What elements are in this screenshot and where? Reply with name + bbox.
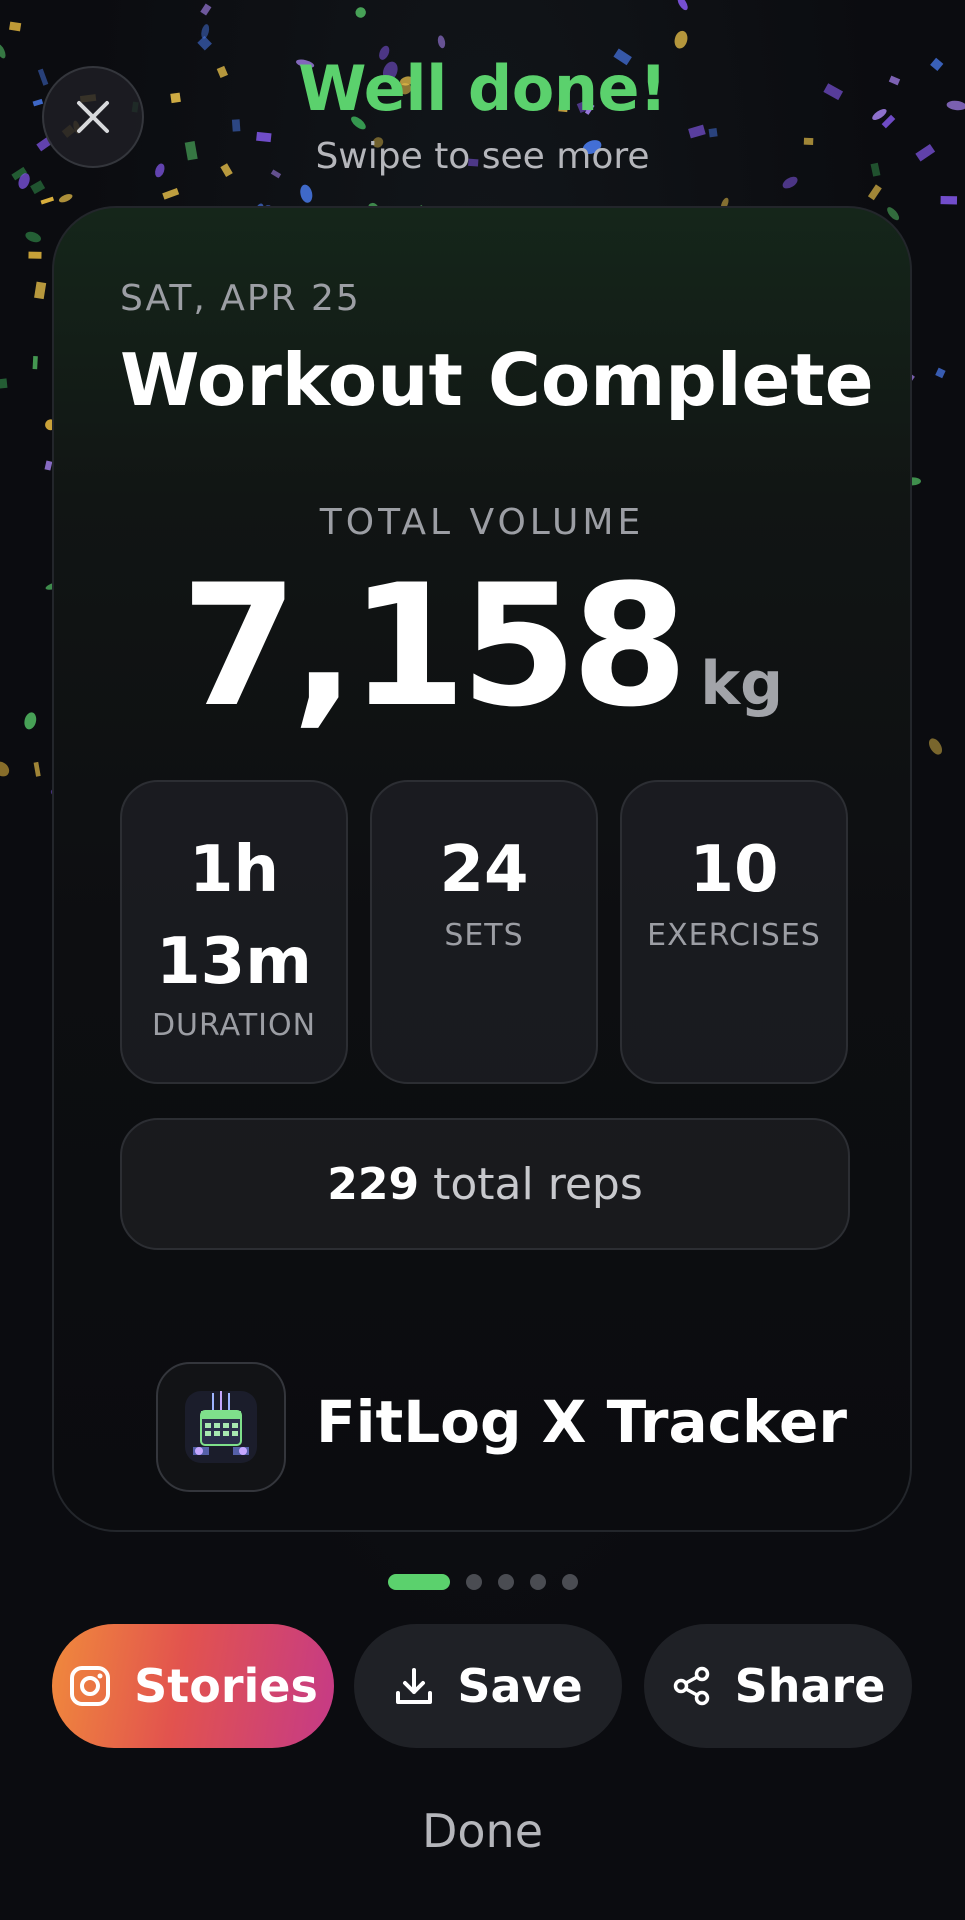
confetti-piece [24,712,37,730]
confetti-piece [935,367,946,379]
card-title: Workout Complete [120,338,874,422]
confetti-piece [58,194,73,203]
download-icon [396,1668,433,1704]
stat-exercises: 10 EXERCISES [620,780,848,1084]
confetti-piece [437,35,446,49]
confetti-piece [200,3,212,16]
confetti-piece [25,231,41,243]
stories-button[interactable]: Stories [52,1624,334,1748]
save-button[interactable]: Save [354,1624,622,1748]
header-subtitle: Swipe to see more [315,136,650,177]
stat-duration-value: 1h 13m [122,824,346,1008]
confetti-piece [0,378,8,389]
confetti-piece [201,24,210,39]
completion-screen: Well done! Swipe to see more SAT, APR 25… [0,0,965,1920]
confetti-piece [162,188,180,200]
page-dot[interactable] [497,1574,514,1590]
total-volume: 7,158 kg [54,548,910,744]
workout-summary-card[interactable]: SAT, APR 25 Workout Complete TOTAL VOLUM… [52,206,912,1532]
stat-sets-label: SETS [444,918,524,953]
total-reps: 229 total reps [120,1118,850,1250]
confetti-piece [867,184,882,201]
confetti-piece [0,761,10,777]
share-icon [673,1666,709,1706]
stories-label: Stories [134,1659,318,1713]
done-button[interactable]: Done [0,1804,965,1858]
page-indicator [0,1574,965,1590]
stat-exercises-label: EXERCISES [647,918,821,953]
stat-duration-hours: 1h [188,833,280,907]
stat-duration-label: DURATION [151,1008,317,1043]
stat-duration: 1h 13m DURATION [120,780,348,1084]
confetti-piece [34,281,47,300]
total-reps-value: 229 [327,1158,420,1210]
confetti-piece [28,251,42,259]
total-volume-unit: kg [700,649,784,719]
confetti-piece [197,35,212,51]
page-dot[interactable] [561,1574,578,1590]
confetti-piece [30,180,46,195]
stat-sets: 24 SETS [370,780,598,1084]
confetti-piece [674,30,688,49]
stat-exercises-value: 10 [689,833,779,907]
page-dot-active[interactable] [387,1574,450,1590]
confetti-piece [940,195,958,205]
save-label: Save [457,1659,583,1713]
page-dot[interactable] [529,1574,546,1590]
confetti-piece [33,761,41,777]
stat-sets-value: 24 [439,833,529,907]
brand-name: FitLog X Tracker [316,1388,847,1456]
confetti-piece [40,196,55,205]
share-label: Share [734,1659,886,1713]
total-volume-value: 7,158 [180,548,688,744]
confetti-piece [9,21,22,32]
workout-date: SAT, APR 25 [120,278,361,319]
confetti-piece [928,738,943,755]
confetti-piece [677,0,688,11]
total-volume-label: TOTAL VOLUME [319,502,645,543]
total-reps-label: total reps [433,1158,643,1210]
share-button[interactable]: Share [644,1624,912,1748]
stat-duration-minutes: 13m [156,925,312,999]
confetti-piece [32,355,38,370]
instagram-icon [70,1666,111,1706]
app-logo-icon [185,1391,257,1463]
header-title: Well done! [298,52,667,125]
page-dot[interactable] [465,1574,482,1590]
confetti-piece [300,184,313,203]
confetti-piece [355,7,366,18]
app-logo [156,1362,286,1492]
